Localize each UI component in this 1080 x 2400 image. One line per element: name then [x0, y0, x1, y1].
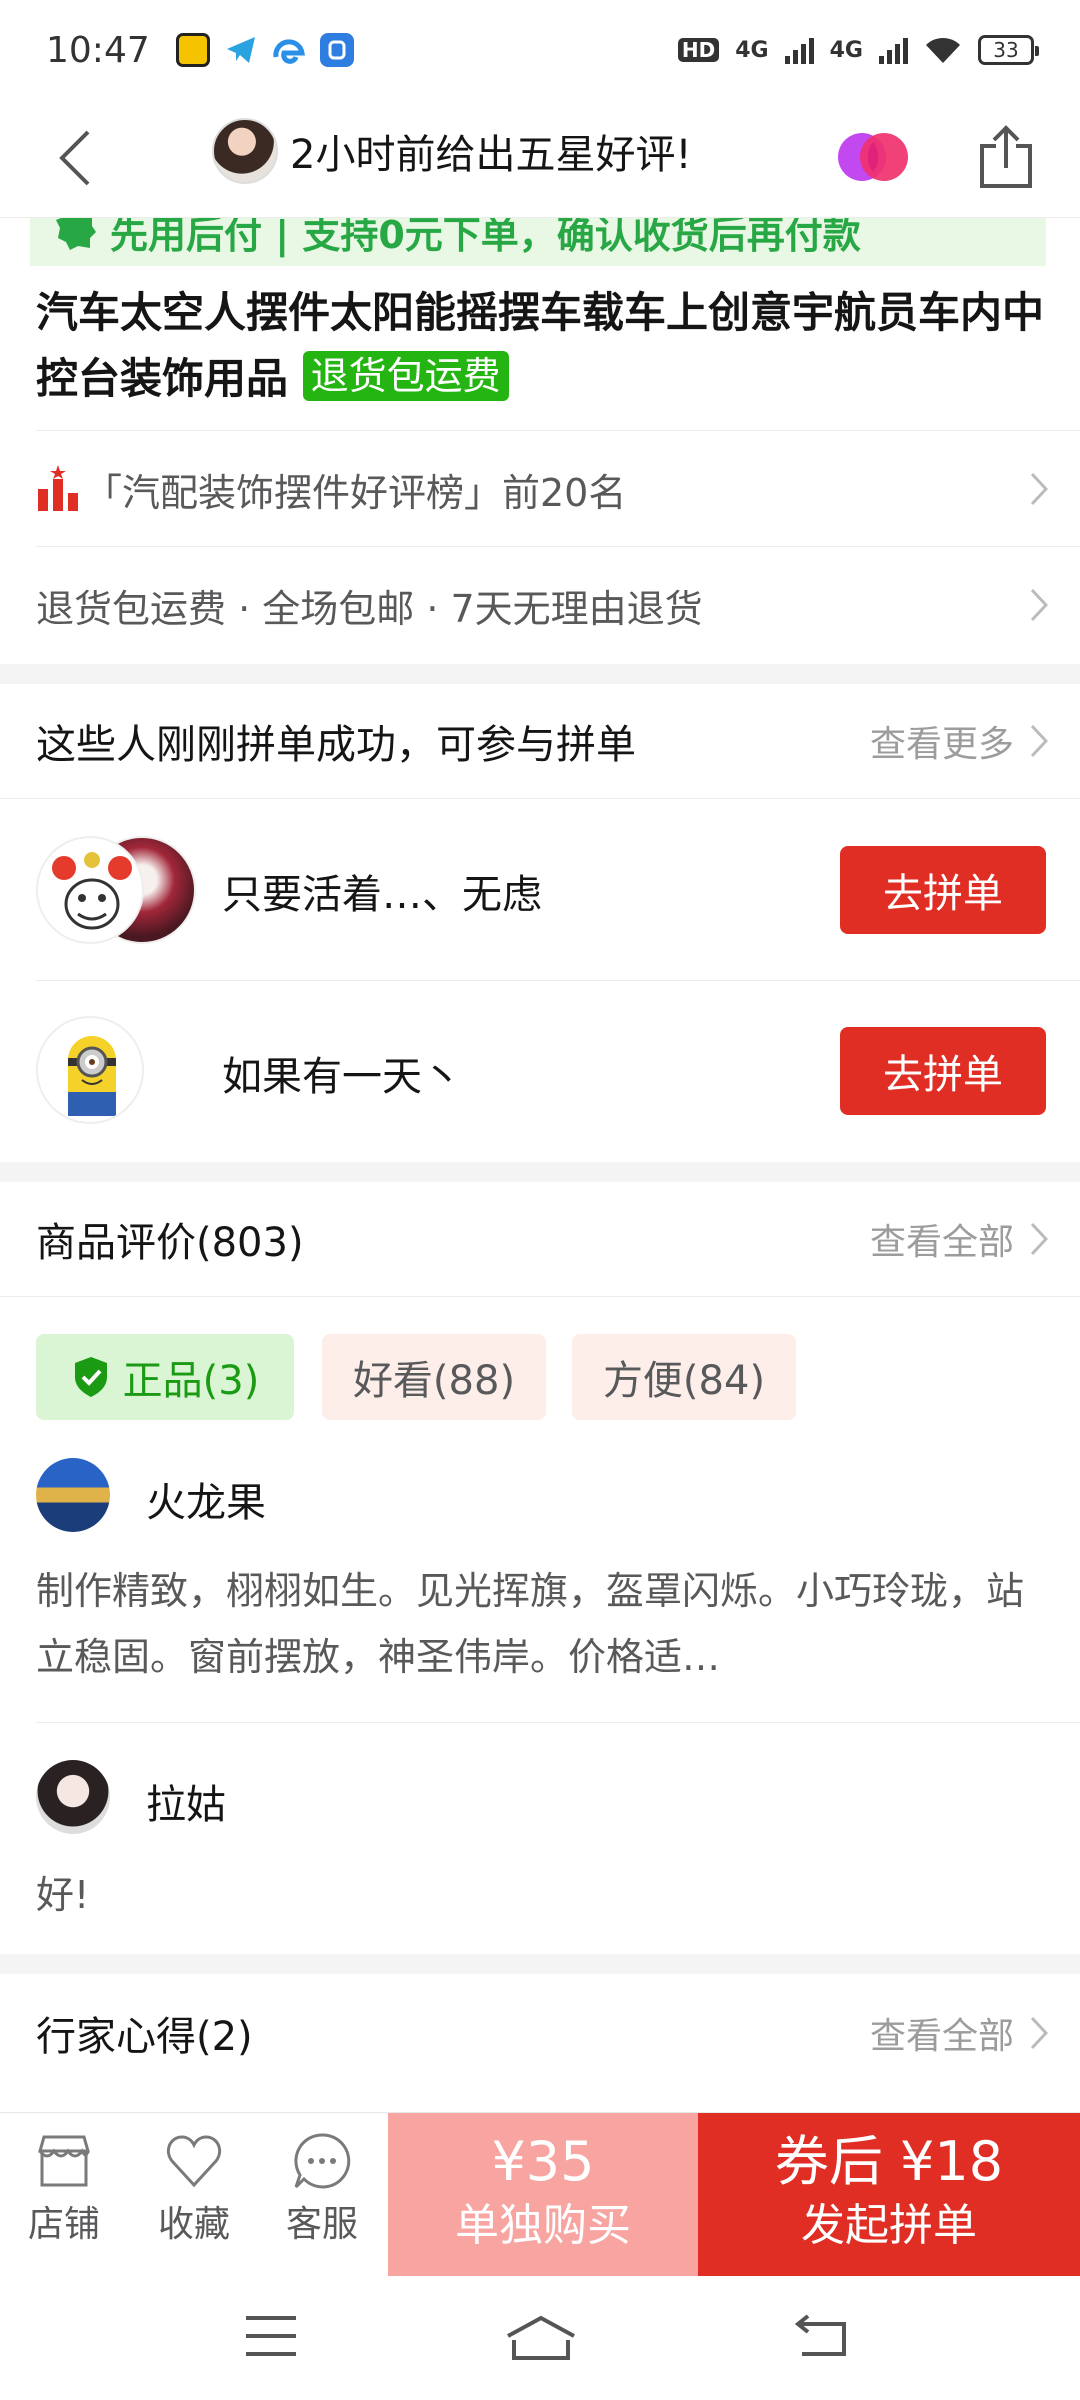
chevron-right-icon — [1030, 588, 1048, 622]
heart-icon — [166, 2135, 222, 2188]
review-tag-nice-looking[interactable]: 好看(88) — [322, 1334, 546, 1420]
bottom-action-bar: 店铺 收藏 客服 ¥35 单独购买 券后 ¥18 发起拼单 — [0, 2112, 1080, 2277]
buy-alone-button[interactable]: ¥35 单独购买 — [388, 2113, 698, 2277]
status-time: 10:47 — [46, 29, 150, 71]
chat-icon — [294, 2133, 351, 2189]
insights-header[interactable]: 行家心得(2) 查看全部 — [0, 1976, 1080, 2090]
divider — [36, 980, 1080, 981]
divider — [36, 1722, 1080, 1723]
network-4g-1: 4G — [735, 37, 769, 63]
section-gap — [0, 1162, 1080, 1182]
avatar — [36, 836, 144, 944]
join-group-button[interactable]: 去拼单 — [840, 846, 1046, 934]
review-tag-authentic[interactable]: 正品(3) — [36, 1334, 294, 1420]
join-group-button[interactable]: 去拼单 — [840, 1027, 1046, 1115]
store-button[interactable]: 店铺 — [4, 2131, 124, 2247]
chevron-right-icon — [1030, 2016, 1048, 2050]
insights-view-all-link[interactable]: 查看全部 — [870, 2007, 1014, 2059]
group-buy-header[interactable]: 这些人刚刚拼单成功，可参与拼单 查看更多 — [0, 684, 1080, 798]
chevron-right-icon — [1030, 472, 1048, 506]
ranking-text: 「汽配装饰摆件好评榜」前20名 — [84, 470, 627, 515]
store-label: 店铺 — [27, 2204, 100, 2245]
review-tag-convenient[interactable]: 方便(84) — [572, 1334, 796, 1420]
group-user-name: 如果有一天丶 — [222, 1054, 462, 1100]
ranking-icon — [38, 465, 78, 511]
alone-label: 单独购买 — [455, 2200, 631, 2251]
return-shipping-tag: 退货包运费 — [302, 351, 509, 401]
chevron-right-icon — [1030, 724, 1048, 758]
divider — [36, 430, 1080, 431]
services-text: 退货包运费 · 全场包邮 · 7天无理由退货 — [36, 586, 703, 631]
back-icon[interactable] — [48, 128, 108, 188]
menu-icon[interactable] — [244, 2314, 298, 2358]
battery-icon: 33 — [978, 35, 1039, 65]
insights-title: 行家心得(2) — [36, 2014, 253, 2060]
status-indicators: HD 4G 4G 33 — [677, 35, 1039, 65]
lion-avatar-icon — [52, 852, 132, 930]
review-tag-label: 正品(3) — [122, 1358, 260, 1404]
services-row[interactable]: 退货包运费 · 全场包邮 · 7天无理由退货 — [0, 548, 1080, 662]
avatar — [36, 1760, 110, 1834]
favorite-button[interactable]: 收藏 — [134, 2131, 254, 2247]
review-text: 制作精致，栩栩如生。见光挥旗，盔罩闪烁。小巧玲珑，站立稳固。窗前摆放，神圣伟岸。… — [36, 1569, 1025, 1679]
group-label: 发起拼单 — [801, 2200, 977, 2251]
section-gap — [0, 664, 1080, 684]
system-nav-bar — [0, 2276, 1080, 2400]
review-notice: 2小时前给出五星好评! — [212, 118, 691, 184]
group-buy-more-link[interactable]: 查看更多 — [870, 715, 1014, 767]
brand-logo-icon[interactable] — [836, 130, 910, 184]
signal-icon — [879, 36, 908, 64]
reviews-header[interactable]: 商品评价(803) 查看全部 — [0, 1182, 1080, 1296]
favorite-label: 收藏 — [157, 2204, 230, 2245]
browser-icon — [271, 33, 306, 67]
group-user-name: 只要活着…、无虑 — [222, 872, 542, 918]
hd-indicator: HD — [677, 38, 720, 62]
product-title: 汽车太空人摆件太阳能摇摆车载车上创意宇航员车内中控台装饰用品 退货包运费 — [36, 280, 1046, 412]
group-buy-title: 这些人刚刚拼单成功，可参与拼单 — [36, 722, 636, 768]
shield-app-icon — [319, 33, 354, 67]
reviewer-name: 拉姑 — [146, 1782, 226, 1828]
divider — [0, 1296, 1080, 1297]
chevron-right-icon — [1030, 1222, 1048, 1256]
avatar — [36, 1458, 110, 1532]
reviews-title: 商品评价(803) — [36, 1220, 304, 1266]
home-icon[interactable] — [504, 2314, 578, 2362]
badge-icon — [56, 218, 96, 250]
divider — [0, 798, 1080, 799]
back-nav-icon[interactable] — [792, 2314, 850, 2358]
app-notification-icon — [175, 33, 210, 67]
minion-avatar-icon — [68, 1036, 116, 1116]
group-price: 券后 ¥18 — [774, 2130, 1004, 2193]
ranking-row[interactable]: 「汽配装饰摆件好评榜」前20名 — [0, 432, 1080, 546]
nav-title: 2小时前给出五星好评! — [290, 132, 692, 178]
section-gap — [0, 1954, 1080, 1974]
avatar — [212, 118, 278, 184]
status-bar: 10:47 HD 4G 4G 33 — [0, 0, 1080, 100]
network-4g-2: 4G — [829, 37, 863, 63]
alone-price: ¥35 — [491, 2130, 595, 2193]
reviews-view-all-link[interactable]: 查看全部 — [870, 1213, 1014, 1265]
store-icon — [38, 2135, 90, 2187]
review-text: 好! — [36, 1873, 90, 1917]
telegram-icon — [223, 33, 258, 67]
customer-service-label: 客服 — [285, 2204, 358, 2245]
signal-icon — [784, 36, 814, 64]
battery-level: 33 — [993, 38, 1019, 62]
product-title-text: 汽车太空人摆件太阳能摇摆车载车上创意宇航员车内中控台装饰用品 — [36, 288, 1045, 403]
avatar — [36, 1016, 144, 1124]
reviewer-name: 火龙果 — [146, 1480, 266, 1526]
share-icon[interactable] — [976, 124, 1036, 190]
shield-check-icon — [74, 1357, 107, 1397]
review-tag-label: 好看(88) — [352, 1358, 516, 1404]
review-tag-label: 方便(84) — [602, 1358, 766, 1404]
wifi-icon — [926, 37, 960, 63]
banner-text: 先用后付 | 支持0元下单，确认收货后再付款 — [110, 218, 861, 257]
nav-bar: 2小时前给出五星好评! — [0, 100, 1080, 218]
customer-service-button[interactable]: 客服 — [262, 2131, 382, 2247]
divider — [36, 546, 1080, 547]
status-app-icons — [175, 33, 354, 67]
start-group-buy-button[interactable]: 券后 ¥18 发起拼单 — [698, 2113, 1080, 2277]
pay-later-banner[interactable]: 先用后付 | 支持0元下单，确认收货后再付款 — [30, 218, 1046, 266]
